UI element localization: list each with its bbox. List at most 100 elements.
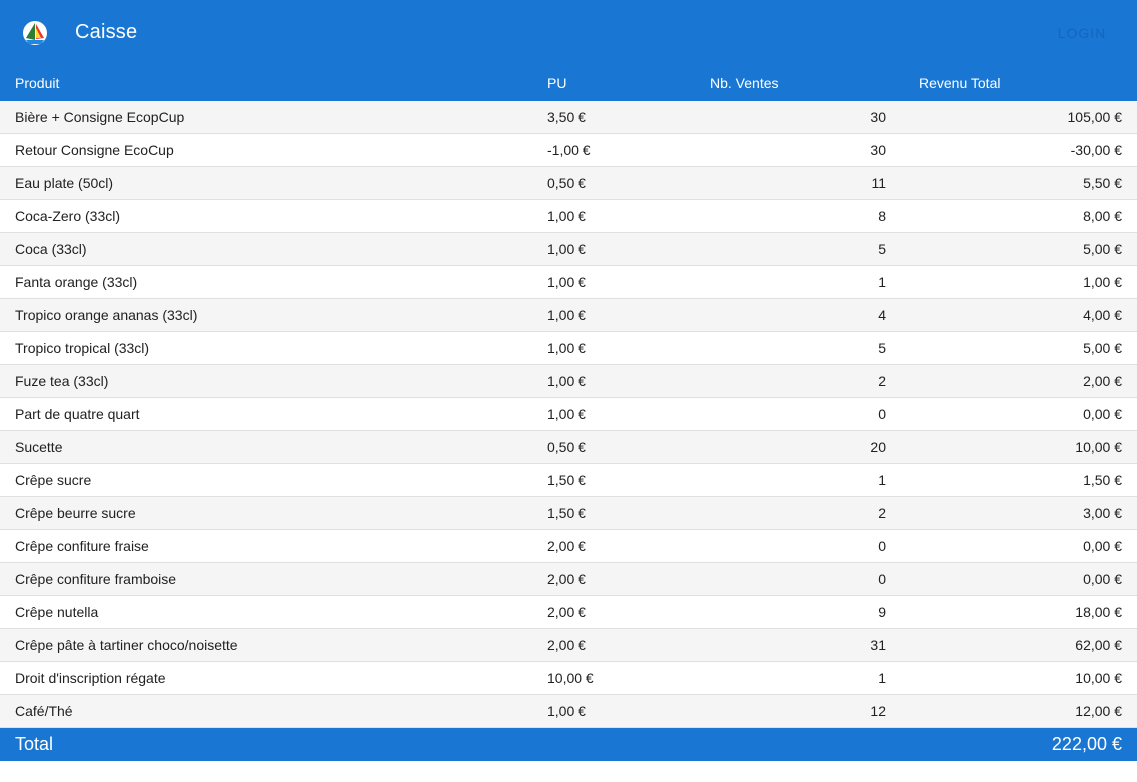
cell-nb-ventes: 0 — [878, 571, 886, 587]
app-title: Caisse — [75, 21, 138, 43]
table-row[interactable]: Tropico orange ananas (33cl) 1,00 € 4 4,00 … — [0, 299, 1137, 332]
table-row[interactable]: Crêpe beurre sucre 1,50 € 2 3,00 € — [0, 497, 1137, 530]
table-row[interactable]: Fuze tea (33cl) 1,00 € 2 2,00 € — [0, 365, 1137, 398]
cell-revenu-total: 8,00 € — [1083, 208, 1122, 224]
cell-pu: -1,00 € — [547, 142, 591, 158]
cell-nb-ventes: 0 — [878, 406, 886, 422]
cell-nb-ventes: 30 — [870, 142, 886, 158]
app-bar: Caisse LOGIN — [0, 0, 1137, 66]
cell-pu: 1,00 € — [547, 274, 586, 290]
table-row[interactable]: Tropico tropical (33cl) 1,00 € 5 5,00 € — [0, 332, 1137, 365]
cell-pu: 1,00 € — [547, 340, 586, 356]
cell-produit: Café/Thé — [15, 703, 73, 719]
cell-pu: 1,00 € — [547, 208, 586, 224]
cell-nb-ventes: 12 — [870, 703, 886, 719]
cell-revenu-total: 62,00 € — [1075, 637, 1122, 653]
total-value: 222,00 € — [1051, 734, 1122, 754]
cell-pu: 1,50 € — [547, 505, 586, 521]
sailboat-icon — [23, 21, 47, 45]
cell-produit: Tropico orange ananas (33cl) — [15, 307, 198, 323]
table-row[interactable]: Crêpe confiture framboise 2,00 € 0 0,00 € — [0, 563, 1137, 596]
table-row[interactable]: Crêpe pâte à tartiner choco/noisette 2,00… — [0, 629, 1137, 662]
cell-produit: Crêpe confiture fraise — [15, 538, 149, 554]
cell-nb-ventes: 1 — [878, 472, 886, 488]
cell-produit: Eau plate (50cl) — [15, 175, 114, 191]
table-body: Bière + Consigne EcopCup 3,50 €30 105,00 €… — [0, 101, 1137, 728]
cell-revenu-total: 1,00 € — [1083, 274, 1122, 290]
total-label: Total — [15, 734, 54, 754]
cell-revenu-total: 3,00 € — [1083, 505, 1122, 521]
cell-produit: Fanta orange (33cl) — [15, 274, 138, 290]
cell-revenu-total: 0,00 € — [1083, 571, 1122, 587]
cell-produit: Crêpe nutella — [15, 604, 99, 620]
cell-revenu-total: 5,00 € — [1083, 340, 1122, 356]
cell-produit: Droit d'inscription régate — [15, 670, 166, 686]
table-row[interactable]: Crêpe sucre 1,50 € 1 1,50 € — [0, 464, 1137, 497]
cell-produit: Tropico tropical (33cl) — [15, 340, 150, 356]
cell-nb-ventes: 31 — [870, 637, 886, 653]
cell-pu: 0,50 € — [547, 439, 586, 455]
table-row[interactable]: Eau plate (50cl) 0,50 € 11 5,50 € — [0, 167, 1137, 200]
table-row[interactable]: Bière + Consigne EcopCup 3,50 € 30 105,00 € — [0, 101, 1137, 134]
table-row[interactable]: Coca-Zero (33cl) 1,00 € 8 8,00 € — [0, 200, 1137, 233]
table-row[interactable]: Crêpe nutella 2,00 € 9 18,00 € — [0, 596, 1137, 629]
cell-nb-ventes: 5 — [878, 340, 886, 356]
table-row[interactable]: Coca (33cl) 1,00 € 5 5,00 € — [0, 233, 1137, 266]
cell-produit: Crêpe pâte à tartiner choco/noisette — [15, 637, 238, 653]
cell-revenu-total: 2,00 € — [1083, 373, 1122, 389]
cell-produit: Crêpe sucre — [15, 472, 92, 488]
column-header-nb-ventes[interactable]: Nb. Ventes — [710, 75, 779, 91]
cell-revenu-total: 12,00 € — [1075, 703, 1122, 719]
cell-produit: Crêpe confiture framboise — [15, 571, 177, 587]
login-button[interactable]: LOGIN — [1046, 22, 1118, 44]
cell-pu: 1,50 € — [547, 472, 586, 488]
cell-pu: 0,50 € — [547, 175, 586, 191]
cell-produit: Sucette — [15, 439, 63, 455]
cell-nb-ventes: 20 — [870, 439, 886, 455]
cell-revenu-total: 105,00 € — [1067, 109, 1123, 125]
cell-revenu-total: 5,50 € — [1083, 175, 1122, 191]
cell-revenu-total: 0,00 € — [1083, 538, 1122, 554]
cell-nb-ventes: 11 — [871, 175, 886, 191]
cell-nb-ventes: 5 — [878, 241, 886, 257]
cell-nb-ventes: 1 — [878, 670, 886, 686]
table-row[interactable]: Café/Thé 1,00 € 12 12,00 € — [0, 695, 1137, 728]
column-header-pu[interactable]: PU — [547, 75, 566, 91]
cell-produit: Part de quatre quart — [15, 406, 140, 422]
table-header: Produit PU Nb. Ventes Revenu Total — [0, 66, 1137, 101]
cell-pu: 1,00 € — [547, 307, 586, 323]
cell-produit: Bière + Consigne EcopCup — [15, 109, 185, 125]
cell-pu: 2,00 € — [547, 604, 586, 620]
cell-pu: 1,00 € — [547, 703, 586, 719]
table-row[interactable]: Part de quatre quart 1,00 € 0 0,00 € — [0, 398, 1137, 431]
cell-produit: Retour Consigne EcoCup — [15, 142, 174, 158]
cell-pu: 1,00 € — [547, 406, 586, 422]
cell-pu: 1,00 € — [547, 241, 586, 257]
table-row[interactable]: Fanta orange (33cl) 1,00 € 1 1,00 € — [0, 266, 1137, 299]
cell-pu: 2,00 € — [547, 571, 586, 587]
cell-pu: 3,50 € — [547, 109, 586, 125]
cell-produit: Crêpe beurre sucre — [15, 505, 136, 521]
cell-nb-ventes: 1 — [878, 274, 886, 290]
table-row[interactable]: Sucette 0,50 € 20 10,00 € — [0, 431, 1137, 464]
cell-produit: Coca (33cl) — [15, 241, 87, 257]
table-row[interactable]: Retour Consigne EcoCup -1,00 € 30 -30,00 € — [0, 134, 1137, 167]
cell-produit: Coca-Zero (33cl) — [15, 208, 121, 224]
cell-nb-ventes: 8 — [878, 208, 886, 224]
cell-nb-ventes: 30 — [870, 109, 886, 125]
cell-nb-ventes: 4 — [878, 307, 886, 323]
cell-revenu-total: 0,00 € — [1083, 406, 1122, 422]
cell-revenu-total: 5,00 € — [1083, 241, 1122, 257]
total-bar: Total 222,00 € — [0, 728, 1137, 761]
cell-revenu-total: 10,00 € — [1075, 439, 1122, 455]
cell-nb-ventes: 9 — [878, 604, 886, 620]
cell-produit: Fuze tea (33cl) — [15, 373, 109, 389]
column-header-produit[interactable]: Produit — [15, 75, 59, 91]
column-header-revenu-total[interactable]: Revenu Total — [919, 75, 1000, 91]
table-row[interactable]: Droit d'inscription régate 10,00 € 1 10,00 … — [0, 662, 1137, 695]
cell-revenu-total: -30,00 € — [1070, 142, 1122, 158]
cell-pu: 10,00 € — [547, 670, 594, 686]
cell-pu: 2,00 € — [547, 637, 586, 653]
cell-revenu-total: 1,50 € — [1083, 472, 1122, 488]
table-row[interactable]: Crêpe confiture fraise 2,00 € 0 0,00 € — [0, 530, 1137, 563]
